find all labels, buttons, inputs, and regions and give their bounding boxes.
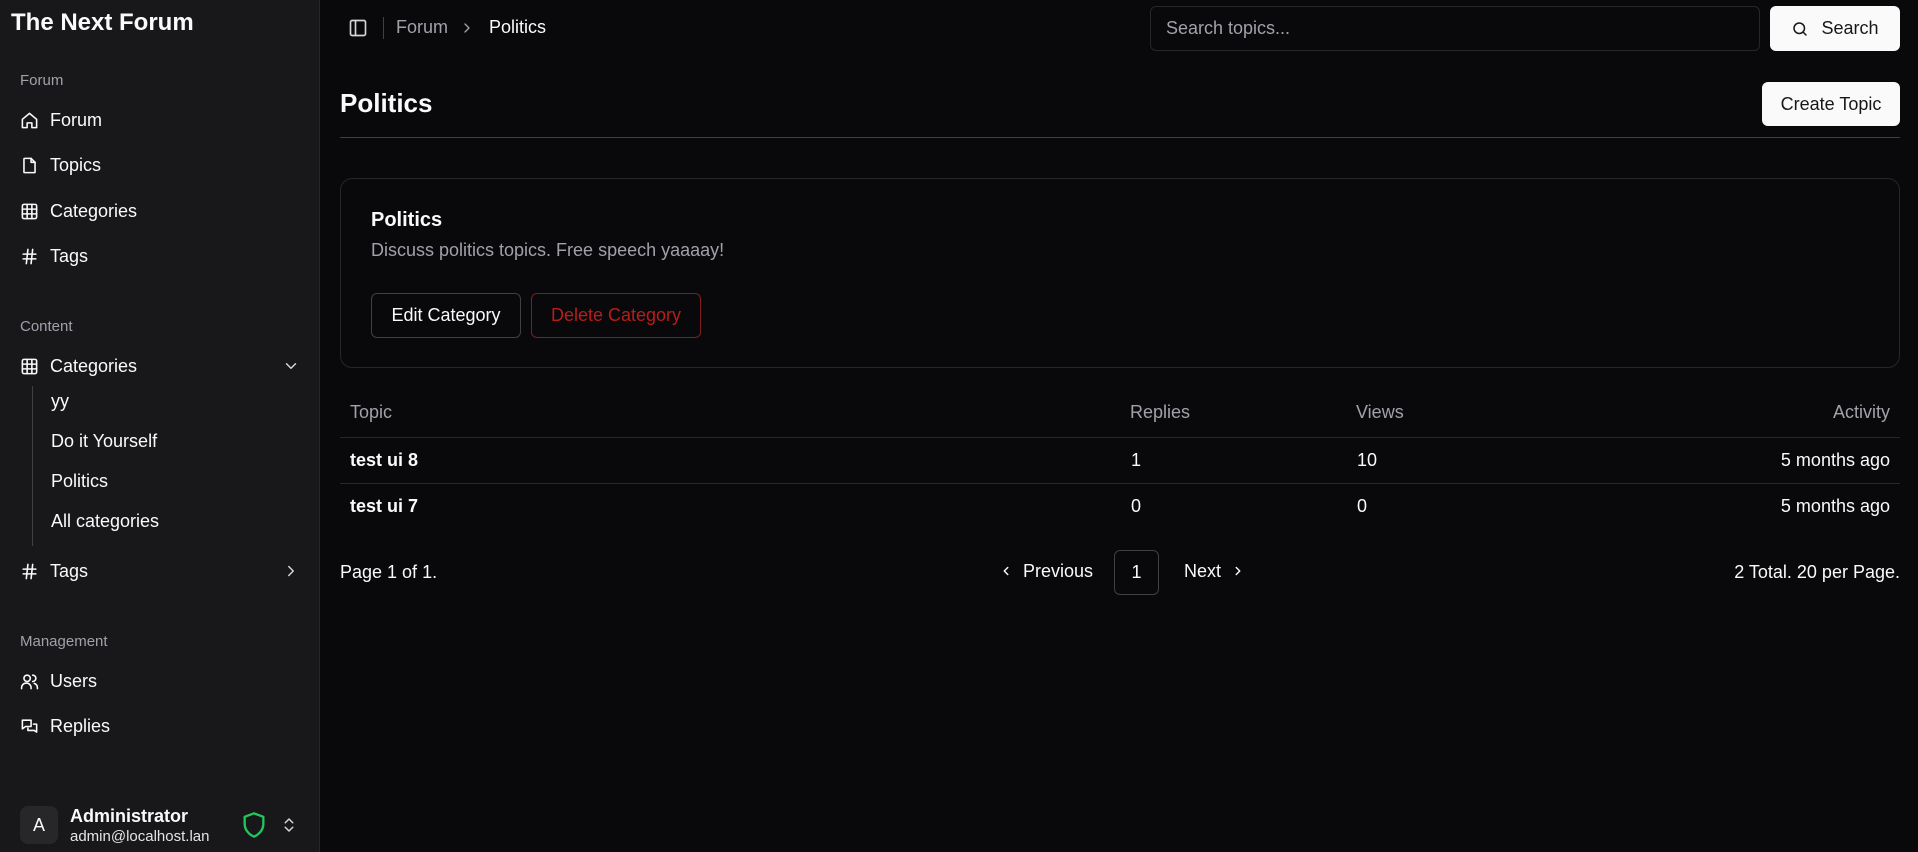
chevron-right-icon[interactable]: [282, 562, 300, 580]
page-info: Page 1 of 1.: [340, 562, 438, 582]
topic-replies: 0: [1131, 496, 1142, 516]
user-email: admin@localhost.lan: [70, 828, 210, 845]
sidebar: The Next Forum Forum Forum Topics Catego…: [0, 0, 320, 852]
avatar: A: [20, 806, 58, 844]
column-header-views[interactable]: Views: [1356, 402, 1404, 423]
sidebar-item-tags[interactable]: Tags: [20, 239, 300, 273]
chevrons-up-down-icon[interactable]: [280, 815, 298, 835]
topic-views: 10: [1357, 450, 1378, 470]
next-label: Next: [1184, 560, 1222, 581]
topic-activity: 5 months ago: [1780, 496, 1890, 516]
shield-icon: [243, 812, 265, 838]
sidebar-item-label: Replies: [50, 715, 111, 736]
sidebar-item-content-categories[interactable]: Categories: [20, 349, 300, 383]
group-label-content: Content: [20, 318, 73, 335]
group-label-forum: Forum: [20, 72, 64, 89]
sidebar-item-label: Tags: [50, 560, 89, 581]
grid-icon: [21, 358, 38, 374]
previous-page-button[interactable]: Previous: [995, 553, 1097, 589]
sidebar-item-users[interactable]: Users: [20, 664, 300, 698]
category-card: Politics Discuss politics topics. Free s…: [340, 178, 1900, 368]
chevron-left-icon: [1003, 566, 1009, 576]
sidebar-toggle-icon[interactable]: [348, 18, 368, 38]
search-input[interactable]: [1150, 6, 1760, 51]
row-divider: [340, 483, 1900, 484]
search-icon: [1793, 21, 1808, 36]
toolbar-divider: [383, 17, 384, 39]
topic-title[interactable]: test ui 7: [350, 496, 418, 517]
page-number-button[interactable]: 1: [1114, 550, 1159, 595]
previous-label: Previous: [1023, 560, 1094, 581]
sidebar-subitem-politics[interactable]: Politics: [51, 466, 108, 496]
chevron-down-icon[interactable]: [282, 357, 300, 375]
breadcrumb-current: Politics: [489, 17, 547, 37]
sidebar-item-label: Categories: [50, 355, 138, 376]
create-topic-button[interactable]: Create Topic: [1762, 82, 1900, 126]
header-divider: [340, 137, 1900, 138]
chevron-right-icon: [464, 23, 470, 33]
sidebar-item-label: Users: [50, 670, 98, 691]
search-button-label: Search: [1821, 18, 1879, 38]
edit-category-button[interactable]: Edit Category: [371, 293, 521, 338]
sidebar-item-label: Topics: [50, 154, 102, 175]
sidebar-item-label: Categories: [50, 200, 138, 221]
topic-title[interactable]: test ui 8: [350, 450, 418, 471]
page-title: Politics: [340, 88, 433, 118]
category-name: Politics: [371, 209, 443, 231]
row-divider: [340, 437, 1900, 438]
chevron-right-icon: [1235, 566, 1241, 576]
sidebar-item-replies[interactable]: Replies: [20, 709, 300, 743]
hash-icon: [22, 563, 37, 579]
sidebar-item-forum[interactable]: Forum: [20, 103, 300, 137]
column-header-replies[interactable]: Replies: [1130, 402, 1190, 423]
hash-icon: [22, 248, 37, 264]
users-icon: [20, 673, 39, 689]
sidebar-item-topics[interactable]: Topics: [20, 148, 300, 182]
sidebar-item-categories[interactable]: Categories: [20, 194, 300, 228]
delete-category-button[interactable]: Delete Category: [531, 293, 701, 338]
home-icon: [21, 112, 38, 128]
user-menu[interactable]: A Administrator admin@localhost.lan: [20, 806, 300, 846]
column-header-activity[interactable]: Activity: [1700, 402, 1890, 423]
search-button[interactable]: Search: [1770, 6, 1900, 51]
next-page-button[interactable]: Next: [1180, 553, 1249, 589]
topic-replies: 1: [1131, 450, 1142, 470]
breadcrumb-forum[interactable]: Forum: [396, 17, 448, 38]
messages-icon: [21, 718, 38, 733]
sidebar-item-content-tags[interactable]: Tags: [20, 554, 300, 588]
sidebar-subitem-yy[interactable]: yy: [51, 386, 69, 416]
categories-subtree: yy Do it Yourself Politics All categorie…: [32, 386, 300, 546]
grid-icon: [21, 203, 38, 219]
brand-title[interactable]: The Next Forum: [11, 9, 194, 37]
total-info: 2 Total. 20 per Page.: [1734, 562, 1900, 582]
group-label-management: Management: [20, 633, 108, 650]
topic-activity: 5 months ago: [1780, 450, 1890, 470]
sidebar-subitem-all-categories[interactable]: All categories: [51, 506, 159, 536]
column-header-topic[interactable]: Topic: [350, 402, 392, 423]
user-name: Administrator: [70, 806, 189, 826]
sidebar-item-label: Forum: [50, 109, 103, 130]
topic-views: 0: [1357, 496, 1368, 516]
sidebar-subitem-do-it-yourself[interactable]: Do it Yourself: [51, 426, 157, 456]
sidebar-item-label: Tags: [50, 245, 89, 266]
category-description: Discuss politics topics. Free speech yaa…: [371, 240, 725, 260]
file-icon: [23, 157, 36, 173]
